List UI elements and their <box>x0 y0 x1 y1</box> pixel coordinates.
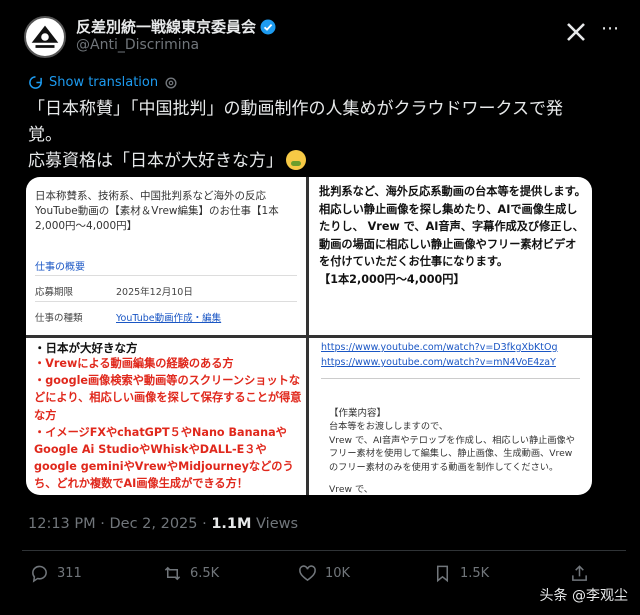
requirement-list: ・Vrewによる動画編集の経験のある方 ・google画像検索や動画等のスクリー… <box>34 357 302 495</box>
gear-icon[interactable] <box>164 76 178 90</box>
youtube-link: https://www.youtube.com/watch?v=D3fkgXbK… <box>321 342 558 353</box>
user-handle[interactable]: @Anti_Discrimina <box>76 37 199 53</box>
divider <box>35 301 297 302</box>
show-translation-link[interactable]: Show translation <box>28 75 178 90</box>
avatar-logo-icon <box>26 18 64 56</box>
job-description-text: 批判系など、海外反応系動画の台本等を提供します。 相応しい静止画像を探し集めたり… <box>319 185 586 286</box>
tweet-header: 反差別統一戦線東京委員会 @Anti_Discrimina ⋯ <box>22 10 626 62</box>
like-count: 10K <box>325 566 351 581</box>
youtube-link: https://www.youtube.com/watch?v=mN4VoE4z… <box>321 357 556 368</box>
media-image-4[interactable]: https://www.youtube.com/watch?v=D3fkgXbK… <box>309 338 592 495</box>
display-name[interactable]: 反差別統一戦線東京委員会 <box>76 16 256 37</box>
show-translation-label[interactable]: Show translation <box>49 75 158 90</box>
more-options-icon[interactable]: ⋯ <box>601 18 620 39</box>
translate-icon <box>29 76 42 89</box>
like-button[interactable]: 10K <box>298 564 350 583</box>
requirement-title: ・日本が大好きな方 <box>34 341 138 355</box>
work-content-label: 【作業内容】 <box>329 408 387 419</box>
tweet-meta: 12:13 PM · Dec 2, 2025 · 1.1M Views <box>28 516 298 532</box>
tweet-line-text: 応募資格は「日本が大好きな方」 <box>28 151 283 171</box>
vrew-line: Vrew で、 <box>329 484 373 495</box>
tweet-line: 覚。 <box>28 125 62 145</box>
job-type-value: YouTube動画作成・編集 <box>116 313 222 324</box>
work-content-text: 台本等をお渡ししますので、 Vrew で、AI音声やテロップを作成し、相応しい静… <box>329 421 575 473</box>
deadline-label: 応募期限 <box>35 287 74 298</box>
x-logo-icon[interactable] <box>566 22 586 42</box>
watermark: 头条 @李观尘 <box>539 588 628 604</box>
views-count: 1.1M <box>211 516 252 532</box>
heart-icon <box>299 565 316 582</box>
media-grid[interactable]: 日本称賛系、技術系、中国批判系など海外の反応YouTube動画の【素材＆Vrew… <box>26 177 592 495</box>
job-type-label: 仕事の種類 <box>35 313 83 324</box>
actions-divider <box>22 550 626 551</box>
repost-count: 6.5K <box>190 566 220 581</box>
media-image-3[interactable]: ・日本が大好きな方 ・Vrewによる動画編集の経験のある方 ・google画像検… <box>26 338 306 495</box>
action-bar: 311 6.5K 10K 1.5K <box>30 562 610 592</box>
tweet-line: 応募資格は「日本が大好きな方」 <box>28 148 613 174</box>
divider <box>35 275 297 276</box>
bookmark-count: 1.5K <box>460 566 490 581</box>
bookmark-icon <box>436 565 449 583</box>
reply-icon <box>32 565 47 583</box>
repost-icon <box>164 566 181 581</box>
nauseated-face-emoji-icon <box>286 150 306 170</box>
deadline-value: 2025年12月10日 <box>116 287 193 298</box>
reply-count: 311 <box>57 566 82 581</box>
repost-button[interactable]: 6.5K <box>163 564 219 583</box>
reply-button[interactable]: 311 <box>30 564 82 583</box>
overview-link: 仕事の概要 <box>35 262 85 273</box>
tweet-line: 「日本称賛」「中国批判」の動画制作の人集めがクラウドワークスで発 <box>28 99 563 119</box>
timestamp[interactable]: 12:13 PM · Dec 2, 2025 · <box>28 516 211 532</box>
job-title: 日本称賛系、技術系、中国批判系など海外の反応YouTube動画の【素材＆Vrew… <box>35 190 279 232</box>
share-icon <box>572 565 587 581</box>
media-image-1[interactable]: 日本称賛系、技術系、中国批判系など海外の反応YouTube動画の【素材＆Vrew… <box>26 177 306 335</box>
avatar[interactable] <box>24 16 66 58</box>
bookmark-button[interactable]: 1.5K <box>433 564 489 583</box>
views-label: Views <box>251 516 299 532</box>
media-image-2[interactable]: 批判系など、海外反応系動画の台本等を提供します。 相応しい静止画像を探し集めたり… <box>309 177 592 335</box>
divider <box>321 378 580 379</box>
verified-badge-icon <box>260 19 276 34</box>
tweet-text: 「日本称賛」「中国批判」の動画制作の人集めがクラウドワークスで発 覚。 応募資格… <box>28 96 613 174</box>
share-button[interactable] <box>570 564 589 583</box>
